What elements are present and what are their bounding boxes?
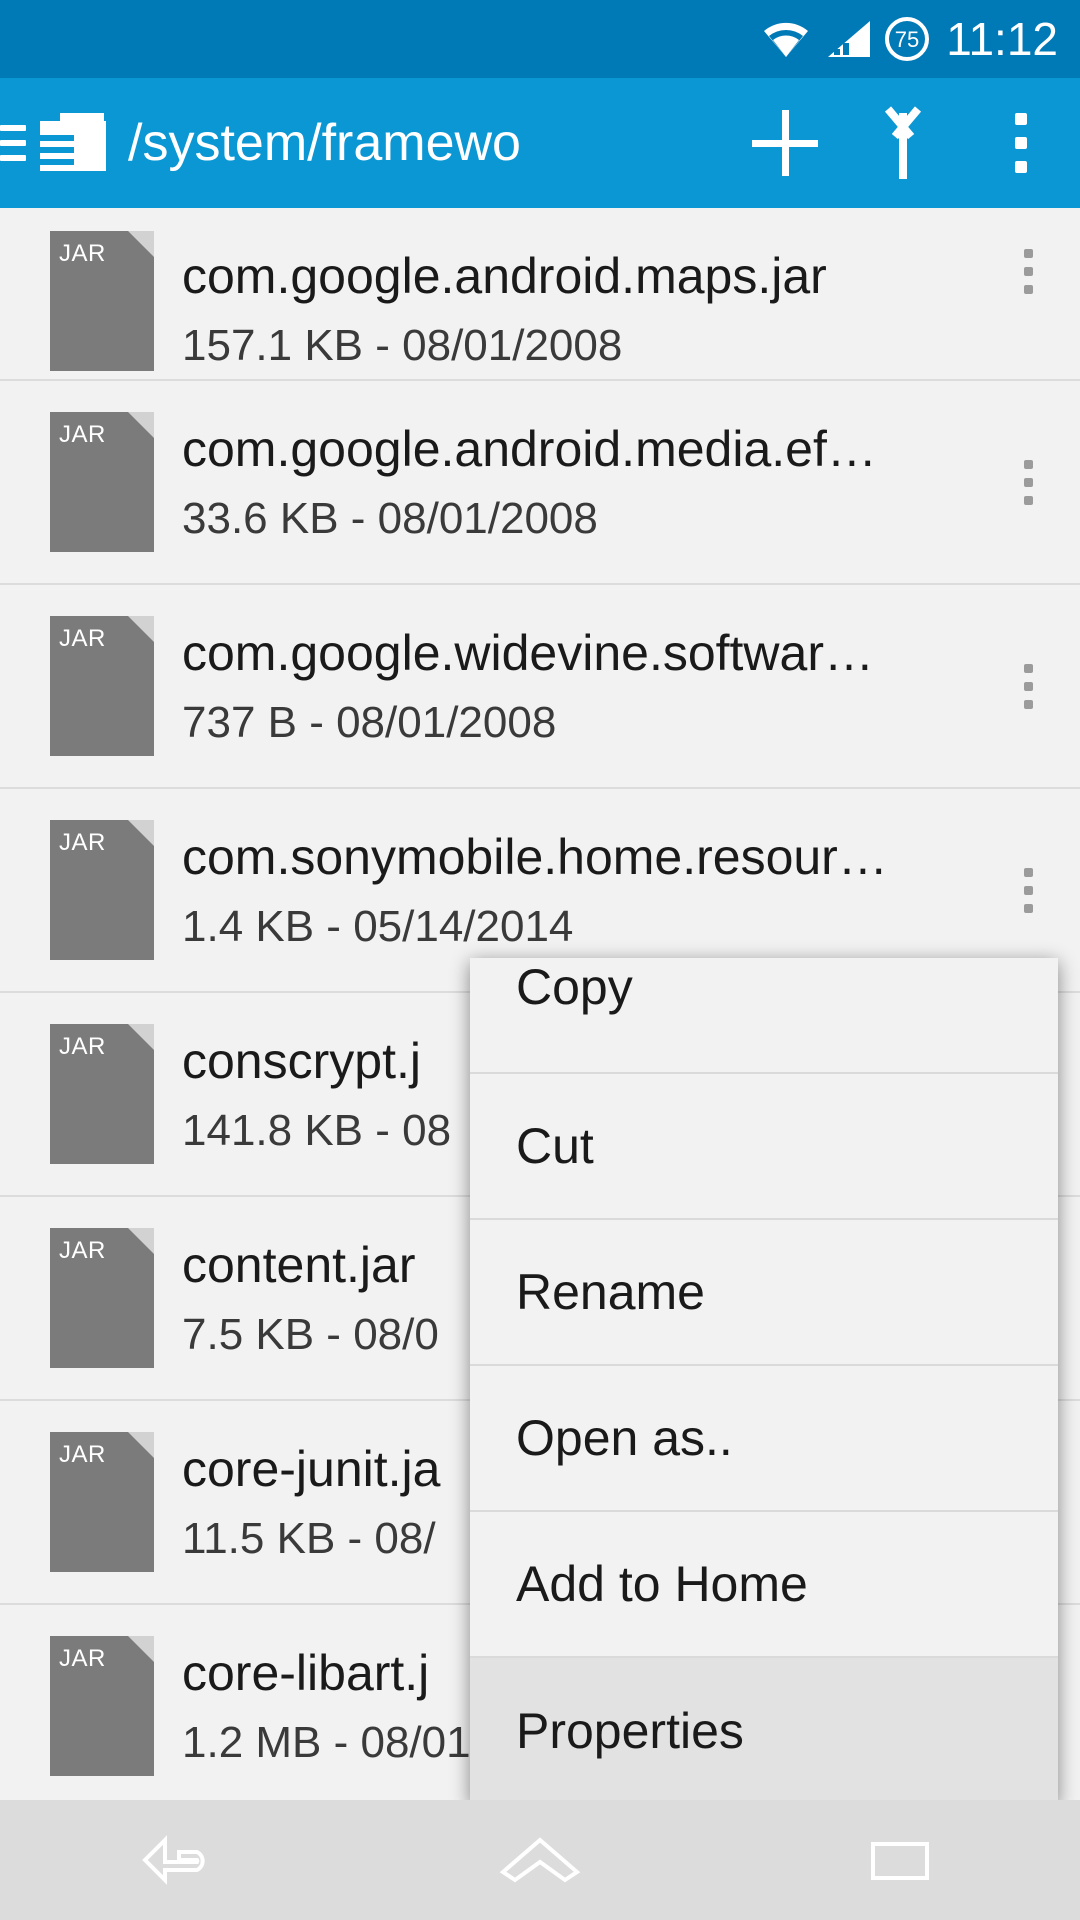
- jar-file-icon: JAR: [50, 1636, 154, 1776]
- menu-item-label: Open as..: [516, 1410, 733, 1466]
- kebab-menu-icon: [1023, 663, 1033, 709]
- back-button[interactable]: [80, 1800, 280, 1920]
- file-type-label: JAR: [59, 1237, 106, 1264]
- kebab-menu-icon: [1023, 248, 1033, 294]
- row-overflow-button[interactable]: [976, 208, 1080, 371]
- kebab-menu-icon: [1023, 459, 1033, 505]
- signal-icon: [824, 19, 872, 59]
- jar-file-icon: JAR: [50, 231, 154, 371]
- plus-icon: [752, 110, 818, 176]
- nav-bar: [0, 1800, 1080, 1920]
- file-info: com.google.android.media.ef… 33.6 KB - 0…: [182, 420, 976, 544]
- file-type-label: JAR: [59, 1441, 106, 1468]
- menu-item-label: Rename: [516, 1264, 705, 1320]
- arrow-up-icon: [871, 107, 935, 179]
- overflow-button[interactable]: [962, 78, 1080, 208]
- menu-item-add-to-home[interactable]: Add to Home: [470, 1512, 1058, 1658]
- battery-level-text: 75: [895, 27, 919, 52]
- wifi-icon: [760, 19, 812, 59]
- file-type-label: JAR: [59, 1033, 106, 1060]
- recents-icon: [865, 1832, 935, 1888]
- list-item[interactable]: JAR com.google.android.media.ef… 33.6 KB…: [0, 381, 1080, 585]
- file-type-label: JAR: [59, 829, 106, 856]
- back-arrow-icon: [135, 1830, 225, 1890]
- jar-file-icon: JAR: [50, 1024, 154, 1164]
- app-bar: /system/framewo: [0, 78, 1080, 208]
- kebab-menu-icon: [1023, 867, 1033, 913]
- row-overflow-button[interactable]: [976, 382, 1080, 582]
- menu-item-copy[interactable]: Copy: [470, 958, 1058, 1074]
- file-info: com.sonymobile.home.resour… 1.4 KB - 05/…: [182, 828, 976, 952]
- home-button[interactable]: [440, 1800, 640, 1920]
- battery-icon: 75: [884, 16, 930, 62]
- file-meta: 157.1 KB - 08/01/2008: [182, 321, 623, 370]
- hamburger-icon[interactable]: [0, 125, 30, 161]
- jar-file-icon: JAR: [50, 1432, 154, 1572]
- file-name: com.google.android.maps.jar: [182, 248, 827, 304]
- file-meta: 1.4 KB - 05/14/2014: [182, 902, 574, 951]
- file-name: com.google.android.media.ef…: [182, 421, 877, 477]
- file-type-label: JAR: [59, 421, 106, 448]
- menu-item-open-as[interactable]: Open as..: [470, 1366, 1058, 1512]
- file-info: com.google.widevine.softwar… 737 B - 08/…: [182, 624, 976, 748]
- row-overflow-button[interactable]: [976, 586, 1080, 786]
- current-path: /system/framewo: [128, 114, 521, 172]
- file-type-label: JAR: [59, 625, 106, 652]
- file-meta: 33.6 KB - 08/01/2008: [182, 494, 598, 543]
- menu-item-label: Properties: [516, 1703, 744, 1759]
- menu-item-cut[interactable]: Cut: [470, 1074, 1058, 1220]
- list-item[interactable]: JAR com.google.widevine.softwar… 737 B -…: [0, 585, 1080, 789]
- file-name: com.sonymobile.home.resour…: [182, 829, 888, 885]
- up-button[interactable]: [844, 78, 962, 208]
- jar-file-icon: JAR: [50, 616, 154, 756]
- file-info: com.google.android.maps.jar 157.1 KB - 0…: [182, 247, 976, 371]
- menu-item-label: Add to Home: [516, 1556, 808, 1612]
- kebab-menu-icon: [1015, 113, 1027, 173]
- menu-item-properties[interactable]: Properties: [470, 1658, 1058, 1804]
- menu-item-rename[interactable]: Rename: [470, 1220, 1058, 1366]
- recents-button[interactable]: [800, 1800, 1000, 1920]
- file-type-label: JAR: [59, 1645, 106, 1672]
- status-time: 11:12: [946, 13, 1058, 65]
- home-icon: [495, 1832, 585, 1888]
- file-meta: 737 B - 08/01/2008: [182, 698, 557, 747]
- file-name: com.google.widevine.softwar…: [182, 625, 874, 681]
- jar-file-icon: JAR: [50, 1228, 154, 1368]
- jar-file-icon: JAR: [50, 820, 154, 960]
- menu-item-label: Copy: [516, 959, 633, 1015]
- list-item[interactable]: JAR com.google.android.maps.jar 157.1 KB…: [0, 208, 1080, 381]
- file-type-label: JAR: [59, 240, 106, 267]
- menu-item-label: Cut: [516, 1118, 594, 1174]
- status-icons: 75: [760, 16, 930, 62]
- add-button[interactable]: [726, 78, 844, 208]
- folder-icon[interactable]: [32, 111, 110, 175]
- status-bar: 75 11:12: [0, 0, 1080, 78]
- context-menu[interactable]: Copy Cut Rename Open as.. Add to Home Pr…: [470, 958, 1058, 1804]
- jar-file-icon: JAR: [50, 412, 154, 552]
